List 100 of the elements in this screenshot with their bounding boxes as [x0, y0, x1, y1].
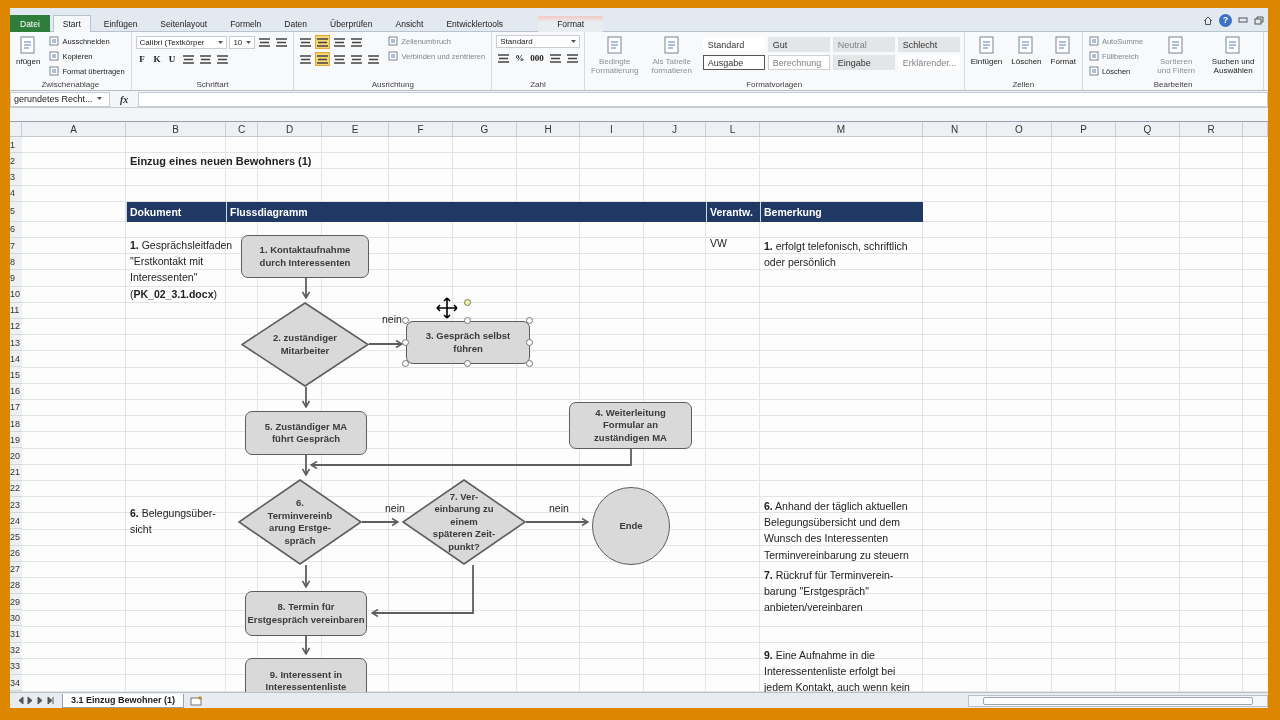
column-header[interactable]: I [580, 122, 644, 136]
cell-style[interactable]: Gut [767, 37, 830, 52]
tool-button[interactable] [298, 52, 314, 66]
ribbon-button[interactable]: nfügen [14, 35, 43, 66]
tool-button[interactable] [366, 52, 382, 66]
column-header[interactable]: M [760, 122, 923, 136]
cell-style[interactable]: Schlecht [897, 37, 960, 52]
tool-button[interactable] [257, 35, 273, 49]
document-icon [388, 36, 399, 46]
row-header[interactable]: 31 [10, 626, 22, 643]
tool-button[interactable] [496, 51, 512, 65]
column-header[interactable]: L [706, 122, 760, 136]
row-header[interactable]: 19 [10, 432, 22, 449]
column-header[interactable]: Q [1116, 122, 1180, 136]
tool-button[interactable] [332, 52, 348, 66]
tool-button[interactable] [214, 52, 230, 66]
ribbon-tab[interactable]: Entwicklertools [436, 15, 514, 32]
tool-button[interactable] [180, 52, 196, 66]
row-header[interactable]: 14 [10, 351, 22, 368]
column-header[interactable]: B [126, 122, 226, 136]
row-header[interactable]: 5 [10, 201, 22, 222]
document-icon [49, 66, 60, 76]
tool-button[interactable] [547, 51, 563, 65]
row-header[interactable]: 13 [10, 335, 22, 352]
function-button[interactable]: fx [116, 93, 133, 105]
ribbon-button[interactable]: Einfügen [968, 35, 1005, 66]
row-header[interactable]: 34 [10, 675, 22, 692]
row-header[interactable]: 3 [10, 169, 22, 186]
row-header[interactable]: 15 [10, 367, 22, 384]
ribbon-tab[interactable]: Seitenlayout [150, 15, 218, 32]
column-header[interactable]: R [1180, 122, 1243, 136]
row-header[interactable]: 24 [10, 513, 22, 530]
cell-style[interactable]: Standard [702, 37, 765, 52]
text-style-button[interactable]: K [150, 52, 164, 66]
column-header[interactable]: F [389, 122, 453, 136]
new-sheet-icon[interactable] [190, 695, 204, 706]
ribbon-tab[interactable]: Format [538, 15, 604, 32]
row-header[interactable]: 30 [10, 610, 22, 627]
column-header[interactable]: O [987, 122, 1052, 136]
ribbon-button[interactable]: Löschen [1009, 35, 1044, 66]
ribbon-tab[interactable]: Daten [274, 15, 318, 32]
column-header[interactable]: E [322, 122, 389, 136]
tool-button[interactable] [349, 35, 365, 49]
column-header[interactable]: A [22, 122, 126, 136]
minimize-icon[interactable] [1238, 16, 1248, 24]
connector-arrow [368, 339, 403, 349]
dropdown-field[interactable]: 10 [229, 35, 256, 49]
ribbon-tab[interactable]: Datei [10, 15, 50, 32]
text-style-button[interactable]: 000 [528, 51, 546, 65]
document-icon [388, 51, 399, 61]
row-header[interactable]: 8 [10, 254, 22, 271]
ribbon-tab[interactable]: Formeln [220, 15, 272, 32]
ribbon-tab[interactable]: Einfügen [93, 15, 148, 32]
ribbon-button[interactable]: Format [1048, 35, 1078, 66]
dropdown-field[interactable]: Calibri (Textkörper [135, 35, 228, 49]
connector-arrow [301, 564, 311, 588]
ribbon-tab[interactable]: Start [52, 15, 91, 32]
row-header[interactable]: 18 [10, 416, 22, 433]
text-style-button[interactable]: F [135, 52, 149, 66]
row-header[interactable]: 9 [10, 270, 22, 287]
sheet-tab[interactable]: 3.1 Einzug Bewohner (1) [62, 693, 184, 708]
row-header[interactable]: 29 [10, 594, 22, 611]
ribbon-button[interactable]: Suchen und Auswählen [1207, 35, 1260, 75]
tool-button[interactable] [332, 35, 348, 49]
help-button[interactable]: ? [1219, 13, 1232, 27]
tool-button[interactable] [197, 52, 213, 66]
column-header[interactable]: D [258, 122, 322, 136]
horizontal-scrollbar[interactable] [968, 694, 1268, 707]
column-header[interactable]: P [1052, 122, 1116, 136]
column-header[interactable]: N [923, 122, 987, 136]
ribbon-tab[interactable]: Ansicht [385, 15, 434, 32]
tool-button[interactable] [315, 52, 331, 66]
group-label: Zahl [529, 80, 547, 90]
column-header[interactable]: G [453, 122, 517, 136]
process-box: 3. Gespräch selbst führen [406, 321, 530, 364]
tool-button[interactable] [349, 52, 365, 66]
tool-button[interactable] [564, 51, 580, 65]
row-header[interactable]: 1 [10, 137, 22, 154]
document-icon [1088, 51, 1099, 61]
tool-button[interactable] [274, 35, 290, 49]
column-header[interactable]: J [644, 122, 706, 136]
tool-button[interactable] [315, 35, 331, 49]
row-header[interactable]: 2 [10, 153, 22, 170]
lines-icon [199, 54, 211, 64]
cell-style[interactable]: Eingabe [832, 55, 895, 70]
restore-icon[interactable] [1254, 15, 1264, 25]
text-style-button[interactable]: % [513, 51, 527, 65]
column-header[interactable]: H [517, 122, 580, 136]
column-header[interactable]: C [226, 122, 258, 136]
ribbon-tab[interactable]: Überprüfen [320, 15, 383, 32]
formula-field[interactable] [138, 91, 1268, 107]
cell-style[interactable]: Ausgabe [702, 55, 765, 70]
sheet-navigation-icon[interactable] [16, 696, 56, 705]
tool-button[interactable] [298, 35, 314, 49]
home-icon[interactable] [1203, 15, 1213, 25]
row-header[interactable]: 20 [10, 448, 22, 465]
text-style-button[interactable]: U [165, 52, 179, 66]
dropdown-field[interactable]: Standard [496, 35, 580, 48]
row-header[interactable]: 25 [10, 529, 22, 546]
name-box[interactable]: gerundetes Recht... [10, 91, 110, 107]
